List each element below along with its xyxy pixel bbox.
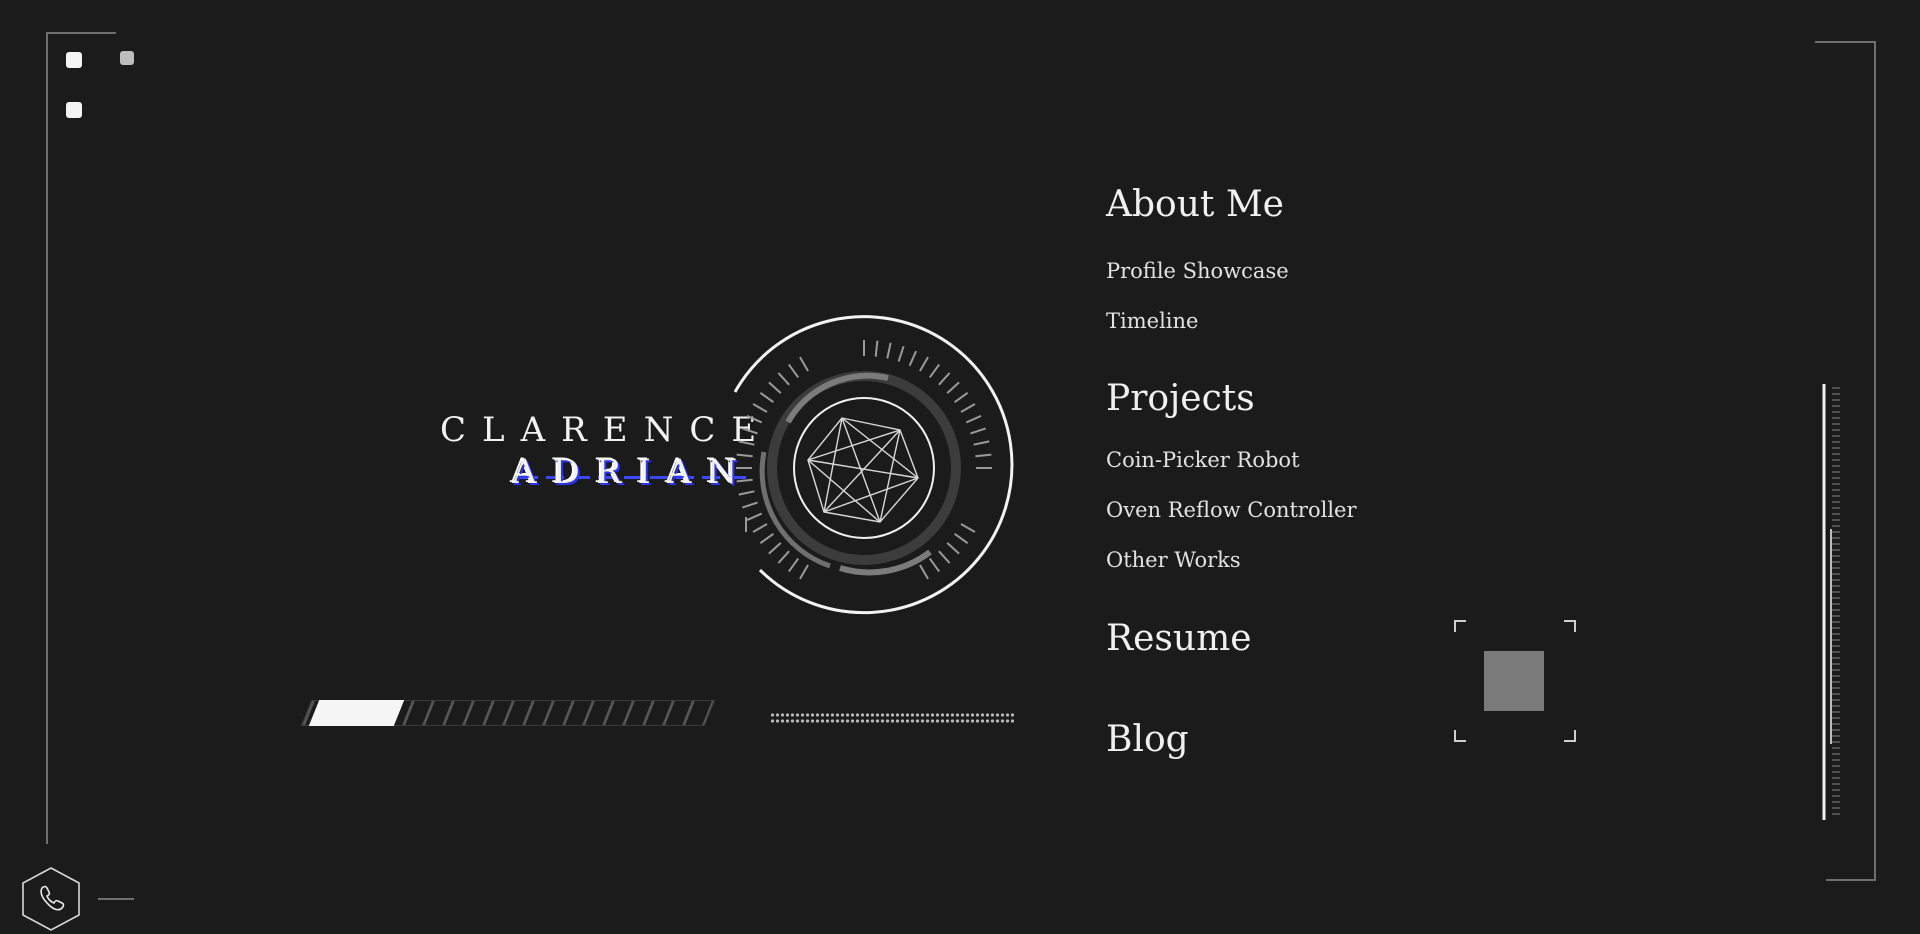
emblem-tick bbox=[787, 363, 800, 378]
emblem-tick bbox=[970, 427, 987, 435]
emblem-tick bbox=[938, 372, 951, 386]
emblem-tick bbox=[928, 558, 941, 573]
emblem-tick bbox=[738, 440, 755, 446]
emblem-tick bbox=[738, 490, 755, 496]
emblem-tick bbox=[928, 363, 941, 378]
nav-profile-showcase[interactable]: Profile Showcase bbox=[1106, 259, 1289, 283]
emblem-tick bbox=[736, 453, 753, 458]
nav-coin-picker-robot[interactable]: Coin-Picker Robot bbox=[1106, 448, 1300, 472]
emblem-tick bbox=[938, 550, 951, 564]
first-name: CLARENCE bbox=[440, 410, 773, 450]
emblem-tick bbox=[777, 372, 790, 386]
preview-corner-br bbox=[1564, 730, 1576, 742]
last-name: ADRIAN bbox=[512, 452, 754, 492]
polyhedron-emblem-icon bbox=[733, 315, 1014, 615]
emblem-tick bbox=[759, 391, 774, 404]
emblem-tick bbox=[746, 512, 763, 522]
emblem-tick bbox=[768, 542, 782, 555]
frame-bottom-right-line bbox=[1826, 879, 1876, 881]
frame-bottom-left-dash bbox=[98, 898, 134, 900]
emblem-tick bbox=[752, 523, 768, 533]
preview-corner-tl bbox=[1454, 620, 1466, 632]
emblem-tick bbox=[746, 414, 763, 424]
preview-corner-tr bbox=[1564, 620, 1576, 632]
nav-other-works[interactable]: Other Works bbox=[1106, 548, 1241, 572]
emblem-tick bbox=[736, 478, 753, 483]
emblem-tick bbox=[759, 532, 774, 545]
progress-fill bbox=[308, 700, 405, 726]
emblem-tick bbox=[787, 558, 800, 573]
emblem-tick bbox=[973, 440, 990, 446]
nav-timeline[interactable]: Timeline bbox=[1106, 309, 1198, 333]
frame-top-left-line bbox=[46, 32, 116, 34]
scroll-ruler[interactable] bbox=[1818, 384, 1842, 820]
loading-progress-bar bbox=[300, 700, 716, 726]
emblem-tick bbox=[908, 350, 918, 367]
emblem-tick bbox=[799, 356, 809, 372]
nav-oven-reflow-controller[interactable]: Oven Reflow Controller bbox=[1106, 498, 1357, 522]
window-square-1[interactable] bbox=[66, 52, 82, 68]
emblem-tick bbox=[975, 453, 992, 458]
window-square-2[interactable] bbox=[120, 51, 134, 65]
emblem-tick bbox=[777, 550, 790, 564]
frame-left-line bbox=[46, 32, 48, 844]
phone-icon[interactable] bbox=[20, 866, 82, 932]
preview-thumbnail[interactable] bbox=[1484, 651, 1544, 711]
emblem-tick bbox=[874, 340, 879, 357]
emblem-tick bbox=[741, 427, 758, 435]
emblem-tick bbox=[897, 345, 905, 362]
frame-top-right-line bbox=[1815, 41, 1875, 43]
nav-blog[interactable]: Blog bbox=[1106, 719, 1189, 760]
emblem-tick bbox=[965, 414, 982, 424]
emblem-tick bbox=[768, 381, 782, 394]
emblem-tick bbox=[919, 356, 929, 372]
emblem-tick bbox=[946, 542, 960, 555]
window-square-3[interactable] bbox=[66, 102, 82, 118]
nav-projects[interactable]: Projects bbox=[1106, 378, 1255, 419]
nav-resume[interactable]: Resume bbox=[1106, 618, 1252, 659]
emblem-tick bbox=[799, 564, 809, 580]
dot-code-pattern bbox=[770, 712, 1014, 724]
emblem-tick bbox=[960, 523, 976, 533]
nav-about-me[interactable]: About Me bbox=[1106, 184, 1284, 225]
preview-corner-bl bbox=[1454, 730, 1466, 742]
emblem-tick bbox=[954, 391, 969, 404]
emblem-tick bbox=[960, 403, 976, 413]
emblem-tick bbox=[946, 381, 960, 394]
emblem-tick bbox=[741, 501, 758, 509]
frame-right-line bbox=[1874, 41, 1876, 881]
emblem-tick bbox=[886, 342, 892, 359]
emblem-tick bbox=[919, 564, 929, 580]
emblem-tick bbox=[752, 403, 768, 413]
emblem-tick bbox=[954, 532, 969, 545]
